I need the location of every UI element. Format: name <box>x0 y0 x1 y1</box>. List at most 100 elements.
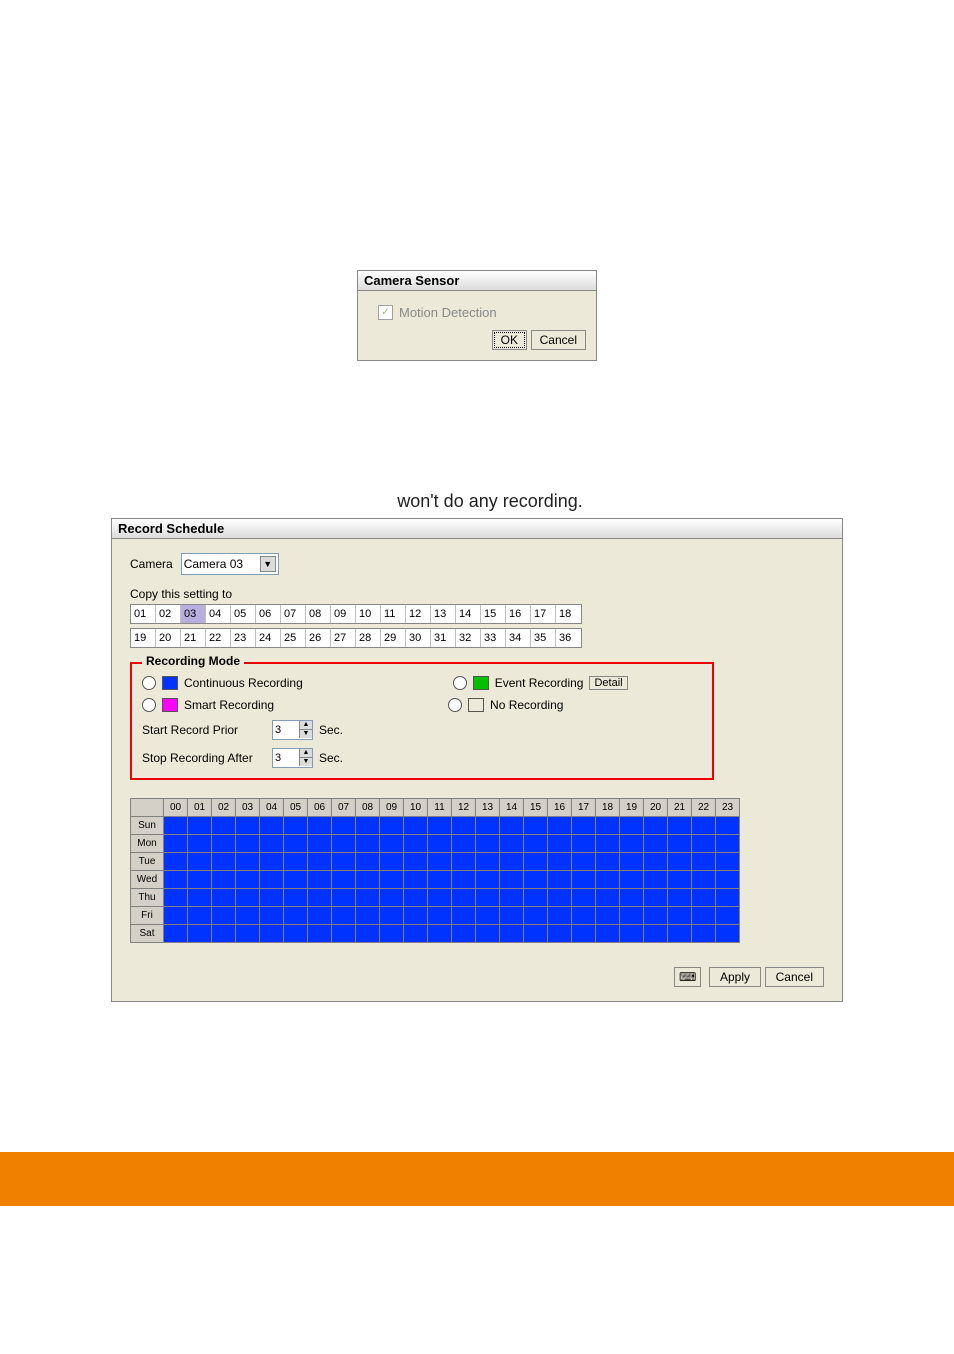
schedule-cell[interactable] <box>212 925 236 943</box>
schedule-cell[interactable] <box>548 817 572 835</box>
schedule-cell[interactable] <box>548 889 572 907</box>
schedule-cell[interactable] <box>668 871 692 889</box>
schedule-cell[interactable] <box>596 835 620 853</box>
schedule-cell[interactable] <box>524 817 548 835</box>
schedule-cell[interactable] <box>596 889 620 907</box>
schedule-cell[interactable] <box>548 871 572 889</box>
schedule-cell[interactable] <box>236 889 260 907</box>
schedule-cell[interactable] <box>356 817 380 835</box>
camera-copy-cell[interactable]: 31 <box>431 629 456 647</box>
schedule-cell[interactable] <box>668 907 692 925</box>
detail-button[interactable]: Detail <box>589 676 627 690</box>
schedule-cell[interactable] <box>380 835 404 853</box>
schedule-cell[interactable] <box>284 907 308 925</box>
schedule-cell[interactable] <box>404 889 428 907</box>
camera-copy-cell[interactable]: 28 <box>356 629 381 647</box>
schedule-cell[interactable] <box>236 871 260 889</box>
camera-copy-cell[interactable]: 01 <box>131 605 156 623</box>
schedule-cell[interactable] <box>356 889 380 907</box>
smart-radio[interactable] <box>142 698 156 712</box>
schedule-cell[interactable] <box>596 907 620 925</box>
camera-copy-cell[interactable]: 14 <box>456 605 481 623</box>
schedule-cell[interactable] <box>212 889 236 907</box>
schedule-cancel-button[interactable]: Cancel <box>765 967 824 987</box>
schedule-cell[interactable] <box>572 925 596 943</box>
schedule-cell[interactable] <box>644 907 668 925</box>
schedule-cell[interactable] <box>236 817 260 835</box>
schedule-cell[interactable] <box>500 889 524 907</box>
schedule-cell[interactable] <box>428 871 452 889</box>
schedule-cell[interactable] <box>164 817 188 835</box>
spin-up-icon[interactable]: ▲ <box>299 749 312 757</box>
camera-copy-cell[interactable]: 19 <box>131 629 156 647</box>
schedule-cell[interactable] <box>620 835 644 853</box>
schedule-cell[interactable] <box>356 925 380 943</box>
schedule-cell[interactable] <box>404 853 428 871</box>
schedule-cell[interactable] <box>356 853 380 871</box>
schedule-cell[interactable] <box>308 835 332 853</box>
schedule-cell[interactable] <box>476 925 500 943</box>
schedule-cell[interactable] <box>212 817 236 835</box>
schedule-cell[interactable] <box>596 925 620 943</box>
schedule-cell[interactable] <box>164 907 188 925</box>
schedule-cell[interactable] <box>620 889 644 907</box>
schedule-cell[interactable] <box>572 817 596 835</box>
schedule-cell[interactable] <box>620 871 644 889</box>
schedule-cell[interactable] <box>428 907 452 925</box>
camera-copy-cell[interactable]: 18 <box>556 605 581 623</box>
schedule-cell[interactable] <box>548 835 572 853</box>
schedule-cell[interactable] <box>380 925 404 943</box>
schedule-cell[interactable] <box>716 817 740 835</box>
camera-copy-cell[interactable]: 25 <box>281 629 306 647</box>
none-radio[interactable] <box>448 698 462 712</box>
schedule-cell[interactable] <box>332 835 356 853</box>
schedule-cell[interactable] <box>308 817 332 835</box>
camera-copy-cell[interactable]: 29 <box>381 629 406 647</box>
schedule-cell[interactable] <box>236 835 260 853</box>
schedule-cell[interactable] <box>188 835 212 853</box>
schedule-cell[interactable] <box>476 871 500 889</box>
schedule-cell[interactable] <box>692 817 716 835</box>
camera-copy-cell[interactable]: 35 <box>531 629 556 647</box>
schedule-cell[interactable] <box>332 871 356 889</box>
schedule-cell[interactable] <box>332 925 356 943</box>
schedule-cell[interactable] <box>260 907 284 925</box>
schedule-cell[interactable] <box>404 817 428 835</box>
start-prior-spinner[interactable]: ▲▼ <box>272 720 313 740</box>
schedule-cell[interactable] <box>188 817 212 835</box>
schedule-cell[interactable] <box>596 871 620 889</box>
schedule-cell[interactable] <box>284 925 308 943</box>
schedule-cell[interactable] <box>452 925 476 943</box>
schedule-cell[interactable] <box>476 907 500 925</box>
camera-copy-cell[interactable]: 16 <box>506 605 531 623</box>
schedule-cell[interactable] <box>356 907 380 925</box>
start-prior-input[interactable] <box>273 721 299 739</box>
camera-copy-cell[interactable]: 17 <box>531 605 556 623</box>
schedule-cell[interactable] <box>596 853 620 871</box>
schedule-cell[interactable] <box>644 853 668 871</box>
schedule-cell[interactable] <box>188 925 212 943</box>
schedule-cell[interactable] <box>332 817 356 835</box>
schedule-cell[interactable] <box>356 871 380 889</box>
continuous-radio[interactable] <box>142 676 156 690</box>
schedule-cell[interactable] <box>308 889 332 907</box>
camera-copy-cell[interactable]: 13 <box>431 605 456 623</box>
ok-button[interactable]: OK <box>492 330 527 350</box>
schedule-cell[interactable] <box>644 925 668 943</box>
camera-copy-cell[interactable]: 06 <box>256 605 281 623</box>
schedule-cell[interactable] <box>644 835 668 853</box>
schedule-cell[interactable] <box>572 835 596 853</box>
schedule-cell[interactable] <box>452 907 476 925</box>
schedule-cell[interactable] <box>404 907 428 925</box>
camera-copy-cell[interactable]: 20 <box>156 629 181 647</box>
camera-copy-cell[interactable]: 10 <box>356 605 381 623</box>
schedule-cell[interactable] <box>644 871 668 889</box>
schedule-cell[interactable] <box>260 835 284 853</box>
schedule-cell[interactable] <box>308 871 332 889</box>
schedule-cell[interactable] <box>188 907 212 925</box>
camera-copy-cell[interactable]: 15 <box>481 605 506 623</box>
schedule-cell[interactable] <box>620 907 644 925</box>
schedule-cell[interactable] <box>716 907 740 925</box>
schedule-cell[interactable] <box>188 871 212 889</box>
schedule-cell[interactable] <box>308 907 332 925</box>
